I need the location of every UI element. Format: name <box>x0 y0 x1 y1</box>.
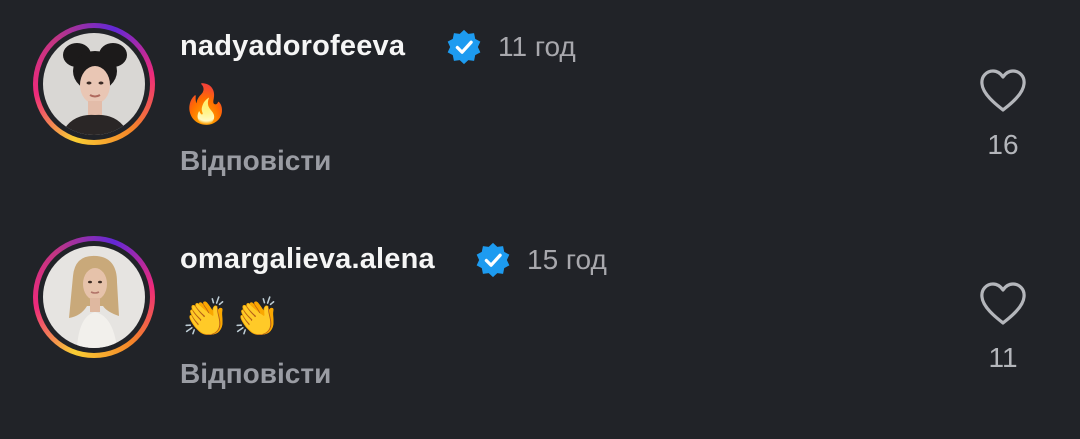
comment-text: 👏 👏 <box>182 295 281 341</box>
like-count: 16 <box>987 129 1019 160</box>
clapping-hands-emoji: 👏 <box>233 297 281 339</box>
avatar[interactable] <box>33 236 155 358</box>
fire-emoji: 🔥 <box>182 84 230 126</box>
avatar[interactable] <box>33 23 155 145</box>
comment-item: nadyadorofeeva 11 год 🔥 Відповісти 16 <box>0 0 1080 200</box>
reply-button[interactable]: Відповісти <box>180 358 331 390</box>
avatar-photo <box>43 246 145 348</box>
clapping-hands-emoji: 👏 <box>182 297 230 339</box>
heart-outline-icon[interactable] <box>978 68 1028 114</box>
verified-badge-icon <box>476 242 510 278</box>
username[interactable]: nadyadorofeeva <box>180 30 405 63</box>
avatar-photo <box>43 33 145 135</box>
comment-text: 🔥 <box>182 82 229 128</box>
reply-button[interactable]: Відповісти <box>180 145 331 177</box>
heart-outline-icon[interactable] <box>978 281 1028 327</box>
username[interactable]: omargalieva.alena <box>180 243 435 276</box>
verified-badge-icon <box>447 29 481 65</box>
comment-timestamp: 15 год <box>527 244 607 275</box>
like-count: 11 <box>988 342 1018 373</box>
comment-timestamp: 11 год <box>498 31 576 62</box>
comment-item: omargalieva.alena 15 год 👏 👏 Відповісти … <box>0 213 1080 413</box>
